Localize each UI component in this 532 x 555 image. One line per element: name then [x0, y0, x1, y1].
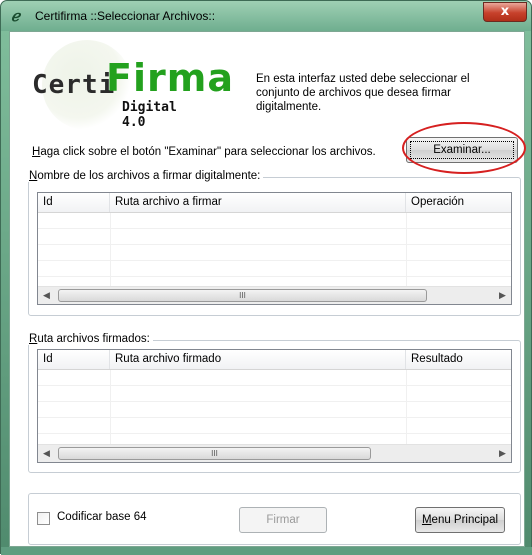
certifirma-logo: Certi Firma Digital 4.0 [24, 40, 233, 130]
horizontal-scrollbar[interactable]: ◀ III ▶ [38, 286, 511, 304]
table-row [38, 261, 511, 277]
certifirma-app-icon: ℯ [11, 7, 20, 25]
window-frame-left [1, 31, 9, 555]
intro-text: En esta interfaz usted debe seleccionar … [256, 73, 470, 113]
scrollbar-thumb[interactable]: III [58, 447, 371, 460]
codificar-base64-label[interactable]: Codificar base 64 [57, 511, 147, 523]
instruction-text: Haga click sobre el botón "Examinar" par… [32, 146, 376, 158]
logo-certi-text: Certi [32, 70, 116, 100]
files-to-sign-list[interactable]: Id Ruta archivo a firmar Operación ◀ III… [37, 192, 512, 305]
table-row [38, 213, 511, 229]
signed-list-body [38, 370, 511, 450]
menu-principal-button[interactable]: Menu Principal [415, 507, 505, 533]
table-row [38, 386, 511, 402]
scrollbar-thumb[interactable]: III [58, 289, 427, 302]
menu-accesskey: M [421, 514, 432, 526]
table-row [38, 402, 511, 418]
scroll-left-arrow-icon[interactable]: ◀ [38, 287, 55, 304]
close-button[interactable]: x [483, 2, 527, 22]
column-header-ruta[interactable]: Ruta archivo a firmar [110, 193, 406, 212]
scroll-right-arrow-icon[interactable]: ▶ [494, 445, 511, 462]
title-bar[interactable]: ℯ Certifirma ::Seleccionar Archivos:: x [1, 1, 531, 31]
column-header-id[interactable]: Id [38, 350, 110, 369]
files-list-header: Id Ruta archivo a firmar Operación [38, 193, 511, 213]
files-group-label-rest: ombre de los archivos a firmar digitalme… [37, 170, 261, 182]
signed-files-list[interactable]: Id Ruta archivo firmado Resultado ◀ III … [37, 349, 512, 463]
menu-label-rest: enu Principal [431, 514, 499, 526]
bottom-controls-group: Codificar base 64 Firmar Menu Principal [28, 493, 521, 545]
table-row [38, 229, 511, 245]
codificar-base64-checkbox[interactable] [37, 512, 50, 525]
scroll-left-arrow-icon[interactable]: ◀ [38, 445, 55, 462]
column-header-resultado[interactable]: Resultado [406, 350, 511, 369]
instruction-rest: aga click sobre el botón "Examinar" para… [40, 146, 376, 158]
table-row [38, 418, 511, 434]
files-group-label: Nombre de los archivos a firmar digitalm… [27, 170, 264, 182]
column-header-ruta-firmado[interactable]: Ruta archivo firmado [110, 350, 406, 369]
table-row [38, 370, 511, 386]
signed-group-label-rest: uta archivos firmados: [37, 333, 150, 345]
signed-group-label: Ruta archivos firmados: [27, 333, 153, 345]
scroll-right-arrow-icon[interactable]: ▶ [494, 287, 511, 304]
logo-firma-text: Firma [106, 56, 234, 100]
highlight-circle [402, 122, 526, 174]
column-header-id[interactable]: Id [38, 193, 110, 212]
signed-list-header: Id Ruta archivo firmado Resultado [38, 350, 511, 370]
signed-files-group: Ruta archivos firmados: Id Ruta archivo … [27, 333, 521, 473]
files-to-sign-group: Nombre de los archivos a firmar digitalm… [27, 170, 521, 316]
column-header-operacion[interactable]: Operación [406, 193, 511, 212]
horizontal-scrollbar[interactable]: ◀ III ▶ [38, 444, 511, 462]
table-row [38, 245, 511, 261]
firmar-button[interactable]: Firmar [239, 507, 327, 533]
files-list-body [38, 213, 511, 293]
logo-digital-text: Digital 4.0 [122, 100, 177, 130]
window-title: Certifirma ::Seleccionar Archivos:: [35, 9, 216, 23]
